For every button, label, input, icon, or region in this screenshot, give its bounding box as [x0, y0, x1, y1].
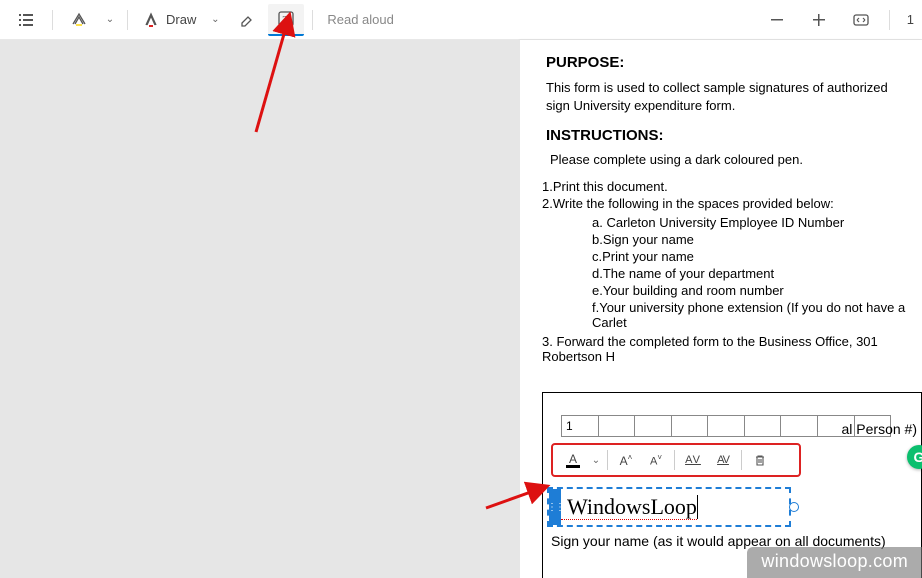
- instructions-heading: INSTRUCTIONS:: [546, 127, 922, 144]
- separator: [52, 10, 53, 30]
- purpose-heading: PURPOSE:: [546, 54, 922, 71]
- watermark: windowsloop.com: [747, 547, 922, 578]
- grid-cell: [672, 416, 709, 436]
- list-subitem: b.Sign your name: [592, 232, 922, 247]
- grid-cell: [781, 416, 818, 436]
- delete-text-button[interactable]: [746, 447, 774, 473]
- zoom-in-icon[interactable]: [801, 4, 837, 36]
- toolbar-right: 1: [759, 4, 914, 36]
- increase-spacing-button[interactable]: AV: [679, 447, 707, 473]
- list-item: 2.Write the following in the spaces prov…: [542, 196, 922, 211]
- content-area: PURPOSE: This form is used to collect sa…: [0, 40, 922, 578]
- list-subitem: f.Your university phone extension (If yo…: [592, 300, 922, 330]
- draw-label: Draw: [166, 12, 196, 27]
- toolbar: ⌄ Draw ⌄ T Read aloud 1: [0, 0, 922, 40]
- decrease-font-button[interactable]: A˅: [642, 447, 670, 473]
- annotation-arrow-icon: [246, 12, 296, 142]
- grid-cell: 1: [562, 416, 599, 436]
- list-item: 3. Forward the completed form to the Bus…: [542, 334, 922, 364]
- list-subitem: e.Your building and room number: [592, 283, 922, 298]
- separator: [607, 450, 608, 470]
- separator: [889, 10, 890, 30]
- highlighter-icon[interactable]: [61, 4, 97, 36]
- read-aloud-button[interactable]: Read aloud: [327, 12, 394, 27]
- font-color-button[interactable]: A: [559, 447, 587, 473]
- page-number: 1: [900, 12, 914, 27]
- table-of-contents-icon[interactable]: [8, 4, 44, 36]
- text-format-toolbar: A ⌄ A˄ A˅ AV AV: [551, 443, 801, 477]
- grid-cell: [745, 416, 782, 436]
- text-annotation-value[interactable]: WindowsLoop: [561, 495, 697, 520]
- grid-cell: [599, 416, 636, 436]
- draw-button[interactable]: Draw: [136, 4, 202, 36]
- separator: [674, 450, 675, 470]
- resize-handle[interactable]: [789, 502, 799, 512]
- separator: [741, 450, 742, 470]
- list-subitem: a. Carleton University Employee ID Numbe…: [592, 215, 922, 230]
- separator: [127, 10, 128, 30]
- grammarly-badge[interactable]: G: [907, 445, 922, 469]
- grid-cell: [708, 416, 745, 436]
- fit-page-icon[interactable]: [843, 4, 879, 36]
- list-subitem: c.Print your name: [592, 249, 922, 264]
- purpose-text: This form is used to collect sample sign…: [546, 79, 896, 115]
- highlighter-dropdown[interactable]: ⌄: [101, 4, 119, 36]
- text-annotation-box[interactable]: ⋮⋮ WindowsLoop: [547, 487, 791, 527]
- draw-dropdown[interactable]: ⌄: [206, 4, 224, 36]
- zoom-out-icon[interactable]: [759, 4, 795, 36]
- instructions-lead: Please complete using a dark coloured pe…: [550, 152, 896, 167]
- decrease-spacing-button[interactable]: AV: [709, 447, 737, 473]
- text-caret: [697, 495, 698, 519]
- list-item: 1.Print this document.: [542, 179, 922, 194]
- list-subitem: d.The name of your department: [592, 266, 922, 281]
- font-color-dropdown[interactable]: ⌄: [589, 447, 603, 473]
- increase-font-button[interactable]: A˄: [612, 447, 640, 473]
- grid-cell: [635, 416, 672, 436]
- document-page[interactable]: PURPOSE: This form is used to collect sa…: [520, 40, 922, 578]
- person-label: al Person #): [842, 421, 917, 437]
- annotation-arrow-icon: [482, 456, 552, 516]
- separator: [312, 10, 313, 30]
